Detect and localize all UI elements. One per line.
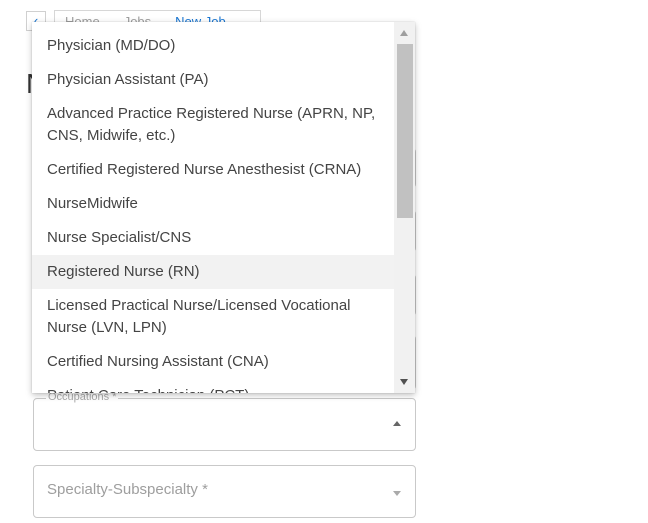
page: ‹ Home Jobs New Job N Occupations * Spec…: [0, 0, 648, 523]
option-pct[interactable]: Patient Care Technician (PCT): [32, 379, 394, 393]
caret-down-icon[interactable]: [393, 491, 401, 496]
caret-up-icon[interactable]: [393, 421, 401, 426]
option-nurse-specialist[interactable]: Nurse Specialist/CNS: [32, 221, 394, 255]
option-lpn[interactable]: Licensed Practical Nurse/Licensed Vocati…: [32, 289, 394, 345]
options-list: Physician (MD/DO) Physician Assistant (P…: [32, 22, 394, 393]
option-physician[interactable]: Physician (MD/DO): [32, 29, 394, 63]
scroll-up-icon[interactable]: [400, 30, 408, 36]
scroll-thumb[interactable]: [397, 44, 413, 218]
specialty-placeholder: Specialty-Subspecialty *: [47, 481, 208, 498]
option-physician-assistant[interactable]: Physician Assistant (PA): [32, 63, 394, 97]
scroll-down-icon[interactable]: [400, 379, 408, 385]
scrollbar[interactable]: [394, 22, 415, 393]
specialty-select[interactable]: Specialty-Subspecialty *: [33, 465, 416, 518]
option-registered-nurse[interactable]: Registered Nurse (RN): [32, 255, 394, 289]
occupations-select[interactable]: Occupations *: [33, 391, 416, 451]
option-cna[interactable]: Certified Nursing Assistant (CNA): [32, 345, 394, 379]
occupations-dropdown[interactable]: Physician (MD/DO) Physician Assistant (P…: [32, 22, 415, 393]
option-nursemidwife[interactable]: NurseMidwife: [32, 187, 394, 221]
option-crna[interactable]: Certified Registered Nurse Anesthesist (…: [32, 153, 394, 187]
option-aprn[interactable]: Advanced Practice Registered Nurse (APRN…: [32, 97, 394, 153]
